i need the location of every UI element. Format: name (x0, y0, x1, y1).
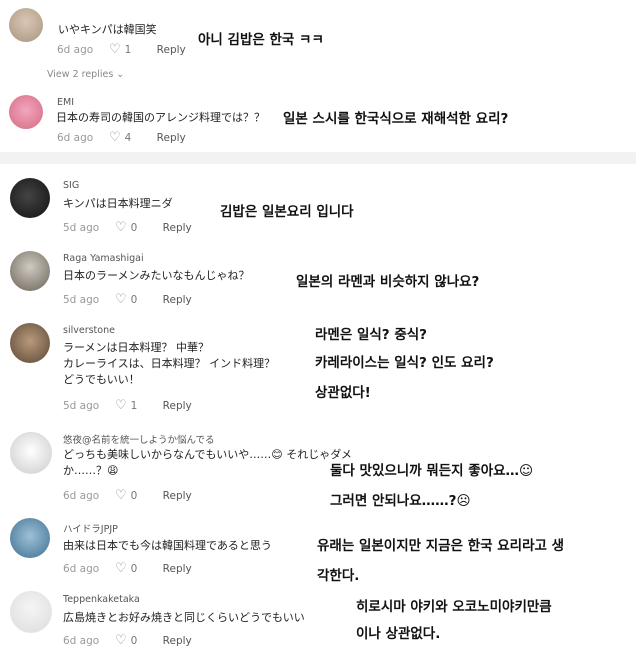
like-count: 1 (130, 399, 138, 412)
heart-outline-icon[interactable]: ♡ (115, 398, 127, 413)
age: 5d ago (63, 293, 100, 306)
translation-line: 아니 김밥은 한국 ㅋㅋ (198, 32, 324, 48)
avatar[interactable] (10, 178, 50, 218)
translation-line: 유래는 일본이지만 지금은 한국 요리라고 생 (317, 538, 565, 554)
username[interactable]: silverstone (63, 325, 115, 336)
translation: 히로시마 야키와 오코노미야키만큼 이나 상관없다. (356, 595, 552, 649)
translation: 일본 스시를 한국식으로 재해석한 요리? (283, 108, 508, 130)
age: 5d ago (63, 221, 100, 234)
like-count: 0 (130, 562, 138, 575)
translation: 둘다 맛있으니까 뭐든지 좋아요…☺ 그러면 안되나요……?☹ (330, 458, 533, 518)
comment-meta: 5d ago ♡ 0 Reply (63, 292, 192, 307)
reply-button[interactable]: Reply (163, 294, 192, 306)
translation: 아니 김밥은 한국 ㅋㅋ (198, 29, 324, 51)
reply-button[interactable]: Reply (163, 563, 192, 575)
heart-outline-icon[interactable]: ♡ (115, 561, 127, 576)
username[interactable]: ハイドラJPJP (63, 521, 118, 535)
translation-line: 상관없다! (315, 385, 371, 401)
translation-line: 그러면 안되나요……?☹ (330, 493, 471, 509)
reply-button[interactable]: Reply (157, 44, 186, 56)
comment-meta: 6d ago ♡ 0 Reply (63, 561, 192, 576)
like-count: 4 (124, 131, 132, 144)
comment-text-line: カレーライスは、日本料理？ インド料理？ (63, 357, 276, 370)
avatar[interactable] (10, 251, 50, 291)
translation: 유래는 일본이지만 지금은 한국 요리라고 생 각한다. (317, 533, 564, 593)
translation-line: 라멘은 일식? 중식? (315, 327, 428, 343)
comment-meta: 5d ago ♡ 1 Reply (63, 398, 192, 413)
comment-text: いやキンパは韓国笑 (58, 23, 157, 36)
like-count: 0 (130, 221, 138, 234)
comment-text-line: ラーメンは日本料理？ 中華？ (63, 341, 210, 354)
comment-meta: 6d ago ♡ 4 Reply (57, 130, 186, 145)
like-count: 0 (130, 293, 138, 306)
reply-button[interactable]: Reply (163, 400, 192, 412)
heart-outline-icon[interactable]: ♡ (115, 633, 127, 648)
comment-text: 日本の寿司の韓国のアレンジ料理では？？ (56, 111, 265, 124)
comment-text: 広島焼きとお好み焼きと同じくらいどうでもいい (63, 611, 305, 624)
translation-line: 카레라이스는 일식? 인도 요리? (315, 355, 494, 371)
age: 6d ago (63, 634, 100, 647)
translation-line: 일본 스시를 한국식으로 재해석한 요리? (283, 111, 509, 127)
heart-outline-icon[interactable]: ♡ (109, 130, 121, 145)
comment-text-line: どうでもいい！ (63, 373, 140, 386)
heart-outline-icon[interactable]: ♡ (115, 488, 127, 503)
age: 6d ago (63, 489, 100, 502)
username[interactable]: EMI (57, 97, 74, 108)
comment-text: キンパは日本料理ニダ (63, 197, 173, 210)
reply-button[interactable]: Reply (163, 490, 192, 502)
comment-meta: 6d ago ♡ 1 Reply (57, 42, 186, 57)
translation-line: 이나 상관없다. (356, 626, 441, 642)
like-count: 0 (130, 489, 138, 502)
age: 6d ago (57, 43, 94, 56)
like-count: 1 (124, 43, 132, 56)
translation: 일본의 라멘과 비슷하지 않나요? (296, 271, 479, 293)
translation-line: 둘다 맛있으니까 뭐든지 좋아요…☺ (330, 463, 534, 479)
username[interactable]: Raga Yamashigai (63, 253, 144, 264)
username[interactable]: Teppenkaketaka (63, 594, 140, 605)
translation-line: 일본의 라멘과 비슷하지 않나요? (296, 274, 480, 290)
avatar[interactable] (10, 518, 50, 558)
section-divider (0, 152, 636, 164)
avatar[interactable] (9, 95, 43, 129)
avatar[interactable] (10, 432, 52, 474)
heart-outline-icon[interactable]: ♡ (115, 292, 127, 307)
comment-text-line: か……？😩 (63, 464, 119, 477)
comment-meta: 6d ago ♡ 0 Reply (63, 488, 192, 503)
translation-line: 김밥은 일본요리 입니다 (220, 204, 354, 220)
username[interactable]: SIG (63, 180, 79, 191)
username[interactable]: 悠夜@名前を統一しようか悩んでる (63, 432, 215, 446)
translation: 라멘은 일식? 중식? 카레라이스는 일식? 인도 요리? 상관없다! (315, 322, 494, 408)
heart-outline-icon[interactable]: ♡ (115, 220, 127, 235)
translation-line: 히로시마 야키와 오코노미야키만큼 (356, 599, 552, 615)
avatar[interactable] (10, 323, 50, 363)
heart-outline-icon[interactable]: ♡ (109, 42, 121, 57)
age: 5d ago (63, 399, 100, 412)
reply-button[interactable]: Reply (157, 132, 186, 144)
avatar[interactable] (10, 591, 52, 633)
view-replies-button[interactable]: View 2 replies ⌄ (47, 69, 124, 80)
reply-button[interactable]: Reply (163, 222, 192, 234)
comment-text: 由来は日本でも今は韓国料理であると思う (63, 539, 272, 552)
reply-button[interactable]: Reply (163, 635, 192, 647)
comment-meta: 6d ago ♡ 0 Reply (63, 633, 192, 648)
age: 6d ago (57, 131, 94, 144)
comment-meta: 5d ago ♡ 0 Reply (63, 220, 192, 235)
comment-text-line: どっちも美味しいからなんでもいいや……😊 それじゃダメ (63, 448, 352, 461)
avatar[interactable] (9, 8, 43, 42)
comment-text: 日本のラーメンみたいなもんじゃね？ (63, 269, 250, 282)
like-count: 0 (130, 634, 138, 647)
age: 6d ago (63, 562, 100, 575)
translation: 김밥은 일본요리 입니다 (220, 201, 354, 223)
translation-line: 각한다. (317, 568, 360, 584)
